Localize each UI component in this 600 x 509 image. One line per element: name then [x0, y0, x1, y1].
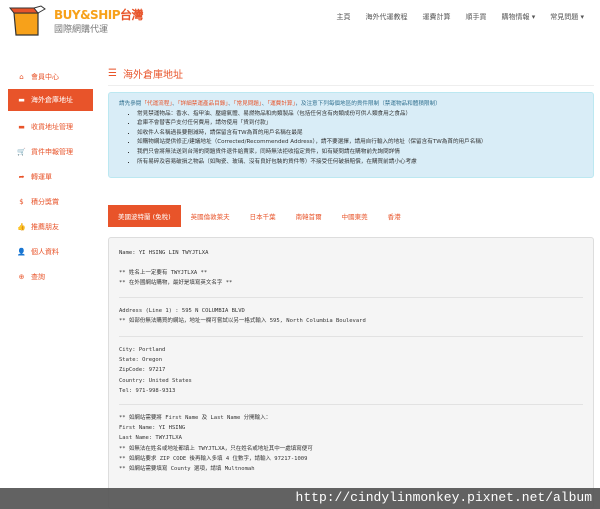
- sidebar-item-label: 貨件申報管理: [31, 147, 73, 156]
- dollar-icon: $: [19, 197, 24, 206]
- address-last-name: Last Name: TWYJTLXA: [119, 435, 182, 442]
- nav-tutorial[interactable]: 海外代運教程: [366, 12, 408, 22]
- sidebar-item[interactable]: 👍 推薦朋友: [8, 214, 93, 239]
- list-icon: ☰: [108, 68, 117, 79]
- list-item: 常見禁運物品：香水、指甲油、壓縮氣體、易燃物品和肉類製品（包括任何含有肉類成份可…: [137, 110, 583, 120]
- warehouse-tabs: 美國波特蘭 (免稅) 英國倫敦萊夫 日本千葉 南韓首爾 中國東莞 香港: [108, 205, 411, 227]
- nav-buy-for-me[interactable]: 順手買: [466, 12, 487, 22]
- list-item: 如購物網站提供修正/建議地址（Corrected/Recommended Add…: [137, 138, 583, 148]
- thumbs-up-icon: 👍: [17, 222, 26, 231]
- address-note: ** 姓名上一定要有 TWYJTLXA **: [119, 270, 208, 277]
- user-icon: 👤: [17, 247, 26, 256]
- sidebar-item-label: 收貨地址管理: [31, 122, 73, 131]
- tab-korea[interactable]: 南韓首爾: [286, 205, 332, 227]
- list-item: 如收件人名稱過長要刪減時，請保留含有TW為首的用戶名稱在最尾: [137, 129, 583, 139]
- tab-us-portland[interactable]: 美國波特蘭 (免稅): [108, 205, 181, 227]
- sidebar-item[interactable]: ▬ 海外倉庫地址: [8, 89, 93, 111]
- link-calc[interactable]: 「運費計算」: [267, 101, 295, 107]
- logo-text[interactable]: BUY&SHIP台灣: [54, 6, 144, 23]
- sidebar-item-label: 會員中心: [31, 72, 59, 81]
- info-alert: 請先參閱「代運流程」、「詳細禁運產品目錄」、「常見問題」、「運費計算」，及注意下…: [108, 92, 594, 178]
- sidebar-item[interactable]: ⊕ 查詢: [8, 264, 93, 289]
- logo-box-icon: [8, 5, 46, 36]
- divider: [119, 296, 583, 298]
- sidebar-item[interactable]: ➦ 轉運單: [8, 164, 93, 189]
- address-city: City: Portland: [119, 347, 166, 354]
- cart-icon: 🛒: [17, 147, 26, 156]
- sidebar-item-label: 查詢: [31, 272, 45, 281]
- link-prohibited[interactable]: 「詳細禁運產品目錄」: [178, 101, 228, 107]
- sidebar-item[interactable]: 🛒 貨件申報管理: [8, 139, 93, 164]
- sidebar-item-label: 推薦朋友: [31, 222, 59, 231]
- list-item: 倉庫不會替客戶支付任何費用，請勿使用「貨到付款」: [137, 119, 583, 129]
- address-first-name: First Name: YI HSING: [119, 425, 186, 432]
- nav-faq[interactable]: 常見問題 ▾: [550, 12, 584, 22]
- address-country: Country: United States: [119, 377, 192, 384]
- lifebuoy-icon: ⊕: [18, 272, 25, 281]
- sidebar-item[interactable]: 👤 個人資料: [8, 239, 93, 264]
- home-icon: ⌂: [19, 72, 24, 81]
- sidebar: ⌂ 會員中心 ▬ 海外倉庫地址 ▬ 收貨地址管理 🛒 貨件申報管理 ➦ 轉運單 $ 積分獎賞 👍 推薦朋友…: [8, 64, 93, 289]
- info-list: 常見禁運物品：香水、指甲油、壓縮氣體、易燃物品和肉類製品（包括任何含有肉類成份可…: [119, 110, 583, 168]
- sidebar-item[interactable]: $ 積分獎賞: [8, 189, 93, 214]
- address-card-icon: ▬: [18, 122, 25, 131]
- link-process[interactable]: 「代運流程」: [141, 101, 172, 107]
- address-note: ** 如網站需要將 First Name 及 Last Name 分開輸入：: [119, 415, 272, 422]
- sidebar-item[interactable]: ▬ 收貨地址管理: [8, 114, 93, 139]
- divider: [119, 404, 583, 406]
- address-tel: Tel: 971-998-9313: [119, 387, 176, 394]
- list-item: 我們只會將無法送到台灣的問題貨件退件給賣家，同時無法拒收指定貨件，如有疑問請在購…: [137, 148, 583, 158]
- address-zip: ZipCode: 97217: [119, 367, 166, 374]
- address-note: ** 如無法在姓名或地址都填上 TWYJTLXA，只在姓名或地址其中一處填寫便可: [119, 445, 313, 452]
- address-name: Name: YI HSING LIN TWYJTLXA: [119, 250, 209, 256]
- list-item: 所有易碎及容易破損之物品（如陶瓷、玻璃、沒有良好包裝的貨件等）不接受任何破損賠償…: [137, 158, 583, 168]
- sidebar-item-label: 個人資料: [31, 247, 59, 256]
- link-faq[interactable]: 「常見問題」: [234, 101, 262, 107]
- address-note: ** 如部份無法購買的網站，地址一欄可嘗試以另一格式輸入 595, North …: [119, 317, 366, 324]
- address-panel: Name: YI HSING LIN TWYJTLXA ** 姓名上一定要有 T…: [108, 237, 594, 509]
- divider: [119, 336, 583, 338]
- sidebar-item-label: 海外倉庫地址: [31, 96, 73, 104]
- nav-shopping-info[interactable]: 購物情報 ▾: [502, 12, 536, 22]
- address-note: ** 如網站需要填寫 County 選項，請填 Multnomah: [119, 466, 255, 473]
- top-nav: 主頁 海外代運教程 運費計算 順手買 購物情報 ▾ 常見問題 ▾: [337, 12, 585, 22]
- divider: [108, 85, 594, 86]
- header: BUY&SHIP台灣 國際網購代運 主頁 海外代運教程 運費計算 順手買 購物情…: [0, 0, 600, 50]
- tab-uk[interactable]: 英國倫敦萊夫: [181, 205, 240, 227]
- address-note: ** 在外國網站購物，最好是填寫英文名字 **: [119, 280, 233, 287]
- sidebar-item-label: 積分獎賞: [31, 197, 59, 206]
- nav-shipping-calc[interactable]: 運費計算: [423, 12, 451, 22]
- logo-tagline: 國際網購代運: [54, 25, 109, 35]
- address-line1: Address (Line 1) : 595 N COLUMBIA BLVD: [119, 307, 245, 314]
- nav-home[interactable]: 主頁: [337, 12, 351, 22]
- address-card-icon: ▬: [18, 96, 25, 104]
- sidebar-item-label: 轉運單: [31, 172, 52, 181]
- info-intro: 請先參閱「代運流程」、「詳細禁運產品目錄」、「常見問題」、「運費計算」，及注意下…: [119, 101, 441, 107]
- tab-china[interactable]: 中國東莞: [332, 205, 378, 227]
- address-note: ** 如網站要求 ZIP CODE 後再輸入多填 4 位數字，請輸入 97217…: [119, 455, 308, 462]
- watermark-text: http://cindylinmonkey.pixnet.net/album: [295, 490, 592, 505]
- address-state: State: Oregon: [119, 357, 163, 364]
- share-icon: ➦: [18, 172, 25, 181]
- page-title: ☰ 海外倉庫地址: [108, 68, 183, 81]
- tab-hongkong[interactable]: 香港: [378, 205, 411, 227]
- sidebar-item[interactable]: ⌂ 會員中心: [8, 64, 93, 89]
- tab-japan[interactable]: 日本千葉: [240, 205, 286, 227]
